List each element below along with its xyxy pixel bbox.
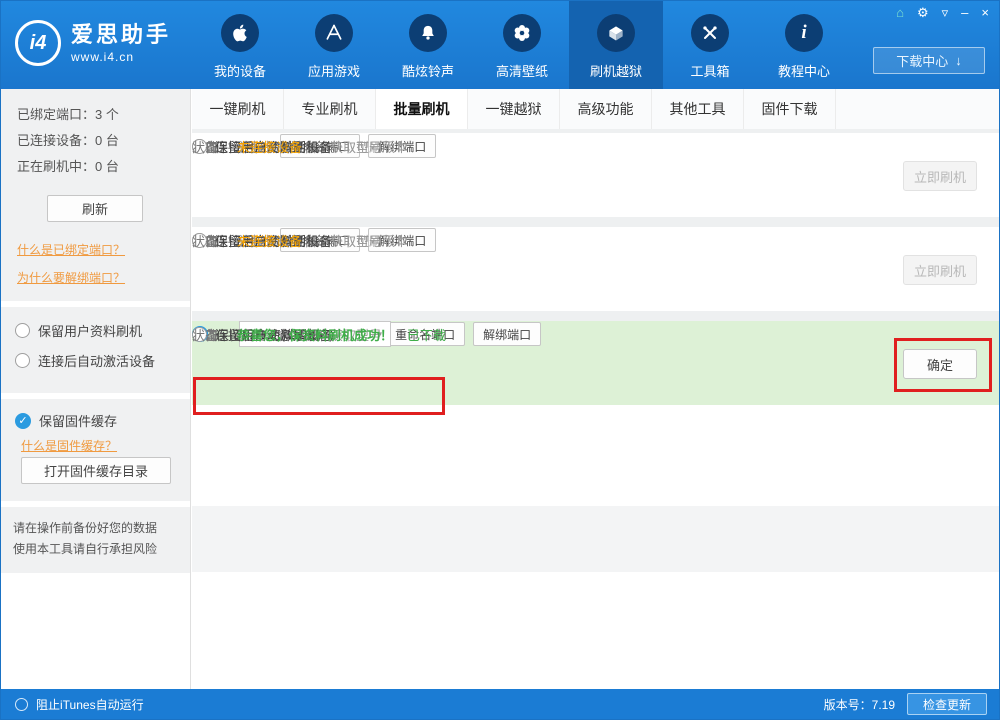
app-url: www.i4.cn xyxy=(71,50,171,64)
keep-data-option[interactable]: 保留用户资料刷机 xyxy=(15,321,142,340)
auto-activate-option[interactable]: 连接后自动激活设备 xyxy=(15,351,155,370)
home-icon[interactable]: ⌂ xyxy=(896,5,904,21)
appstore-icon xyxy=(315,14,353,52)
block-itunes-radio[interactable] xyxy=(15,698,28,711)
gear-icon[interactable]: ⚙ xyxy=(917,5,929,21)
main-content: 端口： 1号线 重命名端口 解绑端口 固件： 连接设备将自动获取可刷版本 设备：… xyxy=(192,129,999,689)
package-icon xyxy=(597,14,635,52)
info-icon: i xyxy=(785,14,823,52)
tab-advanced-functions[interactable]: 高级功能 xyxy=(560,89,652,129)
download-center-label: 下载中心 xyxy=(896,51,948,70)
bell-icon xyxy=(409,14,447,52)
port-row-2: 端口： 2号线 重命名端口 解绑端口 固件： 连接设备将自动获取可刷版本 设备：… xyxy=(192,227,999,311)
nav-tutorials[interactable]: i 教程中心 xyxy=(757,1,851,89)
block-itunes-label: 阻止iTunes自动运行 xyxy=(36,696,144,713)
close-icon[interactable]: × xyxy=(981,5,989,21)
tab-other-tools[interactable]: 其他工具 xyxy=(652,89,744,129)
tools-icon xyxy=(691,14,729,52)
auto-activate-radio[interactable] xyxy=(15,353,30,368)
nav-label: 刷机越狱 xyxy=(590,61,642,80)
status-label: 状态： xyxy=(192,325,231,344)
flower-icon xyxy=(503,14,541,52)
port-row-1: 端口： 1号线 重命名端口 解绑端口 固件： 连接设备将自动获取可刷版本 设备：… xyxy=(192,133,999,217)
keep-data-label: 保留用户资料刷机 xyxy=(38,321,142,340)
keep-cache-option[interactable]: ✓ 保留固件缓存 xyxy=(15,411,117,430)
flash-now-button[interactable]: 立即刷机 xyxy=(903,161,977,191)
header-bar: i4 爱思助手 www.i4.cn 我的设备 应用游戏 xyxy=(1,1,999,89)
status-value: 未连接设备 xyxy=(237,137,302,156)
nav-label: 教程中心 xyxy=(778,61,830,80)
tab-one-click-flash[interactable]: 一键刷机 xyxy=(192,89,284,129)
keep-data-radio[interactable] xyxy=(15,323,30,338)
nav-my-devices[interactable]: 我的设备 xyxy=(193,1,287,89)
tab-batch-flash[interactable]: 批量刷机 xyxy=(376,89,468,129)
status-value: 未连接设备 xyxy=(237,231,302,250)
footer-bar: 阻止iTunes自动运行 版本号：7.19 检查更新 xyxy=(1,689,999,719)
background-band xyxy=(192,506,999,572)
sidebar: 已绑定端口：3 个 已连接设备：0 台 正在刷机中：0 台 刷新 什么是已绑定端… xyxy=(1,89,191,689)
nav-ringtones[interactable]: 酷炫铃声 xyxy=(381,1,475,89)
nav-label: 我的设备 xyxy=(214,61,266,80)
confirm-button[interactable]: 确定 xyxy=(903,349,977,379)
why-unbind-port-link[interactable]: 为什么要解绑端口？ xyxy=(17,269,125,286)
nav-label: 工具箱 xyxy=(690,61,729,80)
stat-bound-ports: 已绑定端口：3 个 xyxy=(17,104,119,123)
sidebar-stats-section: 已绑定端口：3 个 已连接设备：0 台 正在刷机中：0 台 刷新 什么是已绑定端… xyxy=(1,89,190,301)
flash-now-button[interactable]: 立即刷机 xyxy=(903,255,977,285)
stat-flashing-count: 正在刷机中：0 台 xyxy=(17,156,119,175)
sidebar-cache-section: ✓ 保留固件缓存 什么是固件缓存？ 打开固件缓存目录 xyxy=(1,399,190,501)
sidebar-options-section: 保留用户资料刷机 连接后自动激活设备 xyxy=(1,307,190,393)
what-is-cache-link[interactable]: 什么是固件缓存？ xyxy=(21,437,117,454)
keep-cache-checked-radio[interactable]: ✓ xyxy=(15,413,31,429)
app-window: i4 爱思助手 www.i4.cn 我的设备 应用游戏 xyxy=(0,0,1000,720)
what-is-bound-port-link[interactable]: 什么是已绑定端口？ xyxy=(17,241,125,258)
backup-warning-text: 请在操作前备份好您的数据 使用本工具请自行承担风险 xyxy=(13,518,157,560)
version-text: 版本号：7.19 xyxy=(824,696,895,713)
stat-connected-devices: 已连接设备：0 台 xyxy=(17,130,119,149)
status-value: 恭喜您，保资料刷机成功！ xyxy=(237,325,393,344)
nav-wallpapers[interactable]: 高清壁纸 xyxy=(475,1,569,89)
nav-label: 高清壁纸 xyxy=(496,61,548,80)
sidebar-warning-section: 请在操作前备份好您的数据 使用本工具请自行承担风险 xyxy=(1,507,190,573)
open-cache-dir-button[interactable]: 打开固件缓存目录 xyxy=(21,457,171,484)
skin-icon[interactable]: ▿ xyxy=(942,5,949,21)
download-arrow-icon: ↓ xyxy=(955,53,962,68)
status-label: 状态： xyxy=(192,231,231,250)
app-logo: i4 爱思助手 www.i4.cn xyxy=(15,20,171,66)
nav-flash-jailbreak[interactable]: 刷机越狱 xyxy=(569,1,663,89)
download-center-button[interactable]: 下载中心 ↓ xyxy=(873,47,985,74)
nav-label: 应用游戏 xyxy=(308,61,360,80)
window-controls: ⌂ ⚙ ▿ – × xyxy=(896,5,989,21)
nav-label: 酷炫铃声 xyxy=(402,61,454,80)
port-row-3: 端口： Port_#0003.Hub_#0004 重命名端口 解绑端口 固件： … xyxy=(192,321,999,405)
block-itunes-option[interactable]: 阻止iTunes自动运行 xyxy=(1,696,191,713)
nav-apps-games[interactable]: 应用游戏 xyxy=(287,1,381,89)
apple-icon xyxy=(221,14,259,52)
main-nav: 我的设备 应用游戏 酷炫铃声 高清壁纸 xyxy=(193,1,851,89)
tab-firmware-download[interactable]: 固件下载 xyxy=(744,89,836,129)
port-rows: 端口： 1号线 重命名端口 解绑端口 固件： 连接设备将自动获取可刷版本 设备：… xyxy=(192,129,999,405)
minimize-icon[interactable]: – xyxy=(961,5,968,21)
auto-activate-label: 连接后自动激活设备 xyxy=(38,351,155,370)
check-update-button[interactable]: 检查更新 xyxy=(907,693,987,715)
flash-tabs: 一键刷机 专业刷机 批量刷机 一键越狱 高级功能 其他工具 固件下载 xyxy=(192,89,999,129)
keep-cache-label: 保留固件缓存 xyxy=(39,411,117,430)
app-title: 爱思助手 xyxy=(71,23,171,47)
tab-pro-flash[interactable]: 专业刷机 xyxy=(284,89,376,129)
tab-one-click-jailbreak[interactable]: 一键越狱 xyxy=(468,89,560,129)
logo-icon: i4 xyxy=(15,20,61,66)
nav-toolbox[interactable]: 工具箱 xyxy=(663,1,757,89)
status-label: 状态： xyxy=(192,137,231,156)
refresh-button[interactable]: 刷新 xyxy=(47,195,143,222)
